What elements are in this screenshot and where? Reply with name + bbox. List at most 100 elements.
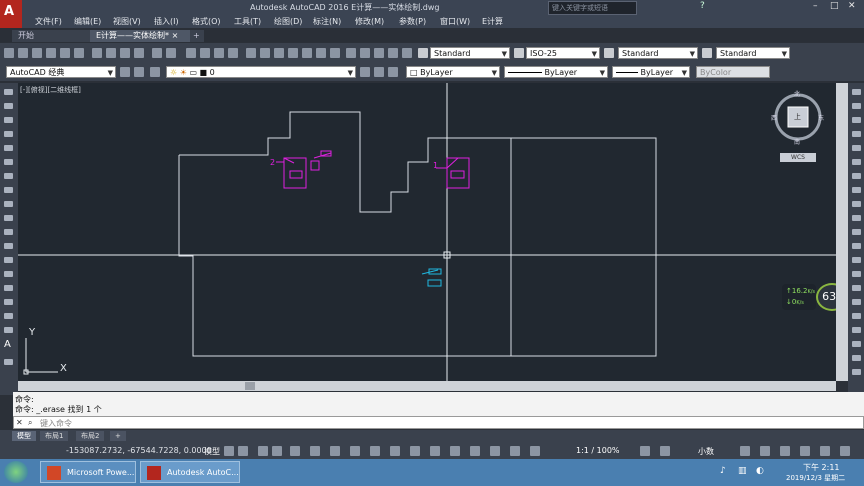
publish-icon[interactable] — [74, 48, 84, 58]
object-snap-tracking-icon[interactable] — [310, 446, 320, 456]
isodraft-icon[interactable] — [290, 446, 300, 456]
preview-icon[interactable] — [60, 48, 70, 58]
edit-spline-icon[interactable] — [852, 341, 861, 347]
zoom-realtime-icon[interactable] — [200, 48, 210, 58]
volume-icon[interactable]: ♪ — [720, 466, 726, 476]
layer-select[interactable]: ☼ ☀ ▭ ■ 0 ▼ — [166, 66, 356, 78]
viewcube-east[interactable]: 东 — [818, 113, 824, 122]
insert-block-icon[interactable] — [4, 243, 13, 249]
gear-icon[interactable] — [120, 67, 130, 77]
undo-icon[interactable] — [152, 48, 162, 58]
add-selected-icon[interactable] — [4, 359, 13, 365]
tab-layout2[interactable]: 布局2 — [76, 431, 105, 441]
selection-cycling-icon[interactable] — [390, 446, 400, 456]
line-tool-icon[interactable] — [4, 89, 13, 95]
viewcube-top-face[interactable]: 上 — [794, 112, 801, 122]
isolate-objects-icon[interactable] — [780, 446, 790, 456]
taskbar-item-powerpoint[interactable]: Microsoft Powe... — [40, 461, 136, 483]
gradient-icon[interactable] — [4, 299, 13, 305]
zoom-window-icon[interactable] — [214, 48, 224, 58]
ortho-icon[interactable] — [258, 446, 268, 456]
move-icon[interactable] — [852, 159, 861, 165]
match-properties-icon[interactable] — [134, 48, 144, 58]
edit-polyline-icon[interactable] — [852, 327, 861, 333]
array-icon[interactable] — [852, 145, 861, 151]
menu-modify[interactable]: 修改(M) — [355, 16, 384, 27]
spline-icon[interactable] — [4, 201, 13, 207]
rectangle-icon[interactable] — [4, 145, 13, 151]
units-button[interactable]: 小数 — [698, 446, 714, 457]
selection-filter-icon[interactable] — [450, 446, 460, 456]
help-icon[interactable]: ? — [700, 1, 705, 11]
viewport-controls[interactable]: [-][俯视][二维线框] — [20, 85, 81, 95]
lock-ui-icon[interactable] — [760, 446, 770, 456]
menu-edit[interactable]: 编辑(E) — [74, 16, 101, 27]
annotation-monitor-icon[interactable] — [660, 446, 670, 456]
3d-osnap-icon[interactable] — [410, 446, 420, 456]
menu-file[interactable]: 文件(F) — [35, 16, 62, 27]
menu-draw[interactable]: 绘图(D) — [274, 16, 302, 27]
print-icon[interactable] — [46, 48, 56, 58]
workspace-icon[interactable] — [134, 67, 144, 77]
new-file-icon[interactable] — [4, 48, 14, 58]
paste-icon[interactable] — [120, 48, 130, 58]
save-icon[interactable] — [32, 48, 42, 58]
viewcube[interactable]: 北 南 东 西 上 — [770, 91, 826, 147]
annotation-visibility-icon[interactable] — [490, 446, 500, 456]
taskbar-item-autocad[interactable]: Autodesk AutoC... — [140, 461, 240, 483]
make-current-layer-icon[interactable] — [360, 67, 370, 77]
viewcube-south[interactable]: 南 — [794, 137, 800, 146]
menu-dimension[interactable]: 标注(N) — [313, 16, 341, 27]
grid-icon[interactable] — [224, 446, 234, 456]
properties-icon[interactable] — [246, 48, 256, 58]
gizmo-icon[interactable] — [470, 446, 480, 456]
minimize-icon[interactable]: – — [813, 1, 818, 11]
region-icon[interactable] — [4, 313, 13, 319]
polyline-icon[interactable] — [4, 117, 13, 123]
text-style-select[interactable]: Standard ▼ — [430, 47, 510, 59]
layer-previous-icon[interactable] — [374, 67, 384, 77]
multiline-text-icon[interactable]: A — [4, 339, 11, 350]
maximize-icon[interactable]: □ — [830, 1, 839, 11]
extend-icon[interactable] — [852, 229, 861, 235]
annotation-scale-icon[interactable] — [530, 446, 540, 456]
quick-properties-icon[interactable] — [740, 446, 750, 456]
chamfer-icon[interactable] — [852, 271, 861, 277]
plotstyle-select[interactable]: ByColor — [696, 66, 770, 78]
align-icon[interactable] — [852, 369, 861, 375]
close-icon[interactable]: ✕ — [848, 1, 856, 11]
erase-icon[interactable] — [852, 89, 861, 95]
mleader-style-select[interactable]: Standard ▼ — [716, 47, 790, 59]
layer-icon-c[interactable] — [374, 48, 384, 58]
close-tab-icon[interactable]: × — [172, 31, 179, 40]
tab-layout1[interactable]: 布局1 — [40, 431, 69, 441]
quickcalc-icon[interactable] — [316, 48, 326, 58]
explode-icon[interactable] — [852, 313, 861, 319]
menu-view[interactable]: 视图(V) — [113, 16, 141, 27]
make-block-icon[interactable] — [4, 257, 13, 263]
menu-parametric[interactable]: 参数(P) — [399, 16, 426, 27]
pan-icon[interactable] — [186, 48, 196, 58]
layer-icon-a[interactable] — [346, 48, 356, 58]
close-command-icon[interactable]: ✕ — [16, 418, 23, 427]
hardware-acceleration-icon[interactable] — [800, 446, 810, 456]
menu-ecalc[interactable]: E计算 — [482, 16, 503, 27]
input-method-icon[interactable]: ◐ — [756, 466, 764, 476]
wcs-menu[interactable]: WCS — [780, 153, 816, 162]
help-toolbar-icon[interactable] — [330, 48, 340, 58]
open-file-icon[interactable] — [18, 48, 28, 58]
color-select[interactable]: □ ByLayer ▼ — [406, 66, 500, 78]
object-snap-icon[interactable] — [330, 446, 340, 456]
workspace-switch-icon[interactable] — [640, 446, 650, 456]
search-icon[interactable]: ⌕ — [28, 418, 32, 428]
tab-drawing[interactable]: E计算——实体绘制* × — [90, 30, 192, 42]
ellipse-icon[interactable] — [4, 215, 13, 221]
construction-line-icon[interactable] — [4, 103, 13, 109]
stretch-icon[interactable] — [852, 201, 861, 207]
polar-icon[interactable] — [272, 446, 282, 456]
ellipse-arc-icon[interactable] — [4, 229, 13, 235]
network-icon[interactable]: ▥ — [738, 466, 747, 476]
menu-format[interactable]: 格式(O) — [192, 16, 221, 27]
customization-icon[interactable] — [840, 446, 850, 456]
menu-tools[interactable]: 工具(T) — [234, 16, 261, 27]
